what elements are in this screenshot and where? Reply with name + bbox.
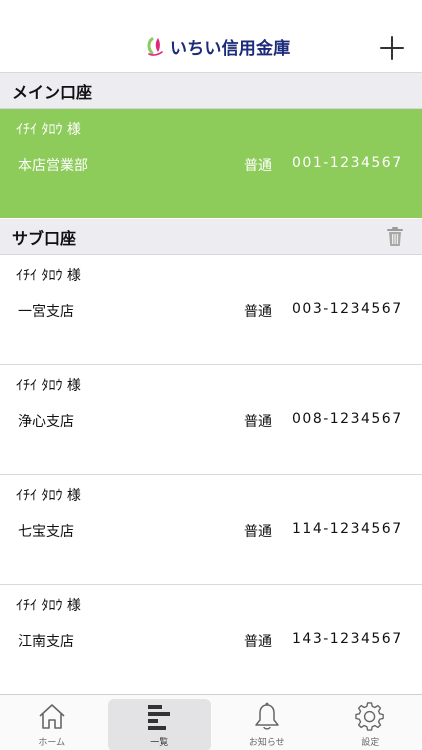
account-holder-name: ｲﾁｲ ﾀﾛｳ 様 bbox=[16, 122, 81, 138]
account-type: 普通 bbox=[244, 634, 272, 650]
logo-text: いちい信用金庫 bbox=[170, 38, 291, 59]
add-account-button[interactable] bbox=[380, 36, 404, 60]
account-number: 008-1234567 bbox=[292, 411, 403, 427]
sub-account-section-header: サブ口座 bbox=[0, 219, 422, 255]
account-holder-name: ｲﾁｲ ﾀﾛｳ 様 bbox=[16, 268, 81, 284]
account-type: 普通 bbox=[244, 524, 272, 540]
tab-label-home: ホーム bbox=[38, 738, 66, 748]
account-branch: 一宮支店 bbox=[18, 304, 74, 320]
account-holder-name: ｲﾁｲ ﾀﾛｳ 様 bbox=[16, 378, 81, 394]
tab-label-notifications: お知らせ bbox=[248, 738, 285, 748]
top-bar: いちい信用金庫 bbox=[0, 0, 422, 73]
account-branch: 本店営業部 bbox=[18, 158, 88, 174]
account-number: 143-1234567 bbox=[292, 631, 403, 647]
app-root: いちい信用金庫 メイン口座 ｲﾁｲ ﾀﾛｳ 様 本店営業部 普通 001-123… bbox=[0, 0, 422, 750]
account-type: 普通 bbox=[244, 304, 272, 320]
sub-account-row[interactable]: ｲﾁｲ ﾀﾛｳ 様 江南支店 普通 143-1234567 bbox=[0, 585, 422, 694]
tab-settings[interactable]: 設定 bbox=[319, 695, 422, 750]
main-account-row[interactable]: ｲﾁｲ ﾀﾛｳ 様 本店営業部 普通 001-1234567 bbox=[0, 109, 422, 218]
sub-account-section-title: サブ口座 bbox=[12, 228, 77, 248]
account-type: 普通 bbox=[244, 414, 272, 430]
tab-label-list: 一覧 bbox=[150, 738, 169, 748]
trash-icon[interactable] bbox=[386, 227, 404, 247]
list-icon bbox=[148, 705, 171, 730]
tab-label-settings: 設定 bbox=[361, 738, 380, 748]
main-account-section-title: メイン口座 bbox=[12, 82, 93, 102]
sub-account-row[interactable]: ｲﾁｲ ﾀﾛｳ 様 七宝支店 普通 114-1234567 bbox=[0, 475, 422, 585]
account-holder-name: ｲﾁｲ ﾀﾛｳ 様 bbox=[16, 598, 81, 614]
account-number: 114-1234567 bbox=[292, 521, 403, 537]
sub-account-row[interactable]: ｲﾁｲ ﾀﾛｳ 様 一宮支店 普通 003-1234567 bbox=[0, 255, 422, 365]
bell-icon bbox=[255, 702, 279, 730]
account-holder-name: ｲﾁｲ ﾀﾛｳ 様 bbox=[16, 488, 81, 504]
main-account-section-header: メイン口座 bbox=[0, 73, 422, 109]
account-number: 003-1234567 bbox=[292, 301, 403, 317]
gear-icon bbox=[355, 702, 385, 731]
logo-mark-icon bbox=[147, 37, 163, 56]
bank-logo: いちい信用金庫 bbox=[146, 34, 291, 59]
account-branch: 浄心支店 bbox=[18, 414, 74, 430]
sub-account-row[interactable]: ｲﾁｲ ﾀﾛｳ 様 浄心支店 普通 008-1234567 bbox=[0, 365, 422, 475]
account-branch: 七宝支店 bbox=[18, 524, 74, 540]
bottom-tab-bar: ホーム 一覧 お知らせ 設定 bbox=[0, 694, 422, 750]
account-number: 001-1234567 bbox=[292, 155, 403, 171]
tab-notifications[interactable]: お知らせ bbox=[215, 695, 319, 750]
tab-home[interactable]: ホーム bbox=[0, 695, 104, 750]
account-branch: 江南支店 bbox=[18, 634, 74, 650]
tab-list[interactable]: 一覧 bbox=[107, 699, 211, 750]
home-icon bbox=[39, 704, 65, 729]
account-type: 普通 bbox=[244, 158, 272, 174]
